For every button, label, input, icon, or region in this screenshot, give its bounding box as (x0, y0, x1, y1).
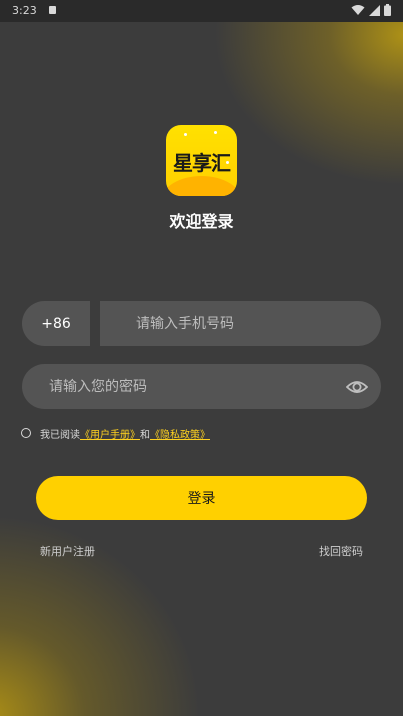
notification-icon (49, 6, 56, 14)
password-field[interactable] (22, 364, 381, 409)
logo-sparkle (184, 133, 187, 136)
agreement-and: 和 (140, 429, 150, 441)
country-code-label: +86 (41, 315, 71, 332)
agreement-prefix: 我已阅读 (40, 429, 80, 441)
battery-icon (384, 4, 391, 16)
app-logo: 星享汇 (166, 125, 237, 196)
password-input[interactable] (49, 364, 329, 409)
welcome-title: 欢迎登录 (169, 212, 234, 231)
status-icons (351, 4, 391, 16)
wifi-icon (351, 5, 365, 15)
login-screen: 3:23 星享汇 欢迎登录 +86 我已阅读 《用户手册》 和 《隐私政策》 (0, 0, 403, 716)
forgot-password-link[interactable]: 找回密码 (319, 543, 363, 559)
country-code-selector[interactable]: +86 (22, 301, 90, 346)
privacy-policy-link[interactable]: 《隐私政策》 (150, 426, 210, 441)
signal-icon (369, 4, 380, 16)
agreement-checkbox[interactable] (21, 428, 31, 438)
logo-text: 星享汇 (173, 151, 231, 175)
user-manual-link[interactable]: 《用户手册》 (80, 426, 140, 441)
phone-field[interactable] (100, 301, 381, 346)
eye-icon[interactable] (346, 377, 368, 397)
login-button[interactable]: 登录 (36, 476, 367, 520)
logo-sun-shape (166, 176, 237, 196)
phone-input[interactable] (136, 301, 366, 346)
register-link[interactable]: 新用户注册 (40, 543, 95, 559)
status-bar: 3:23 (0, 0, 403, 22)
status-time: 3:23 (12, 4, 37, 17)
logo-sparkle (214, 131, 217, 134)
agreement-row: 我已阅读 《用户手册》 和 《隐私政策》 (21, 426, 210, 441)
